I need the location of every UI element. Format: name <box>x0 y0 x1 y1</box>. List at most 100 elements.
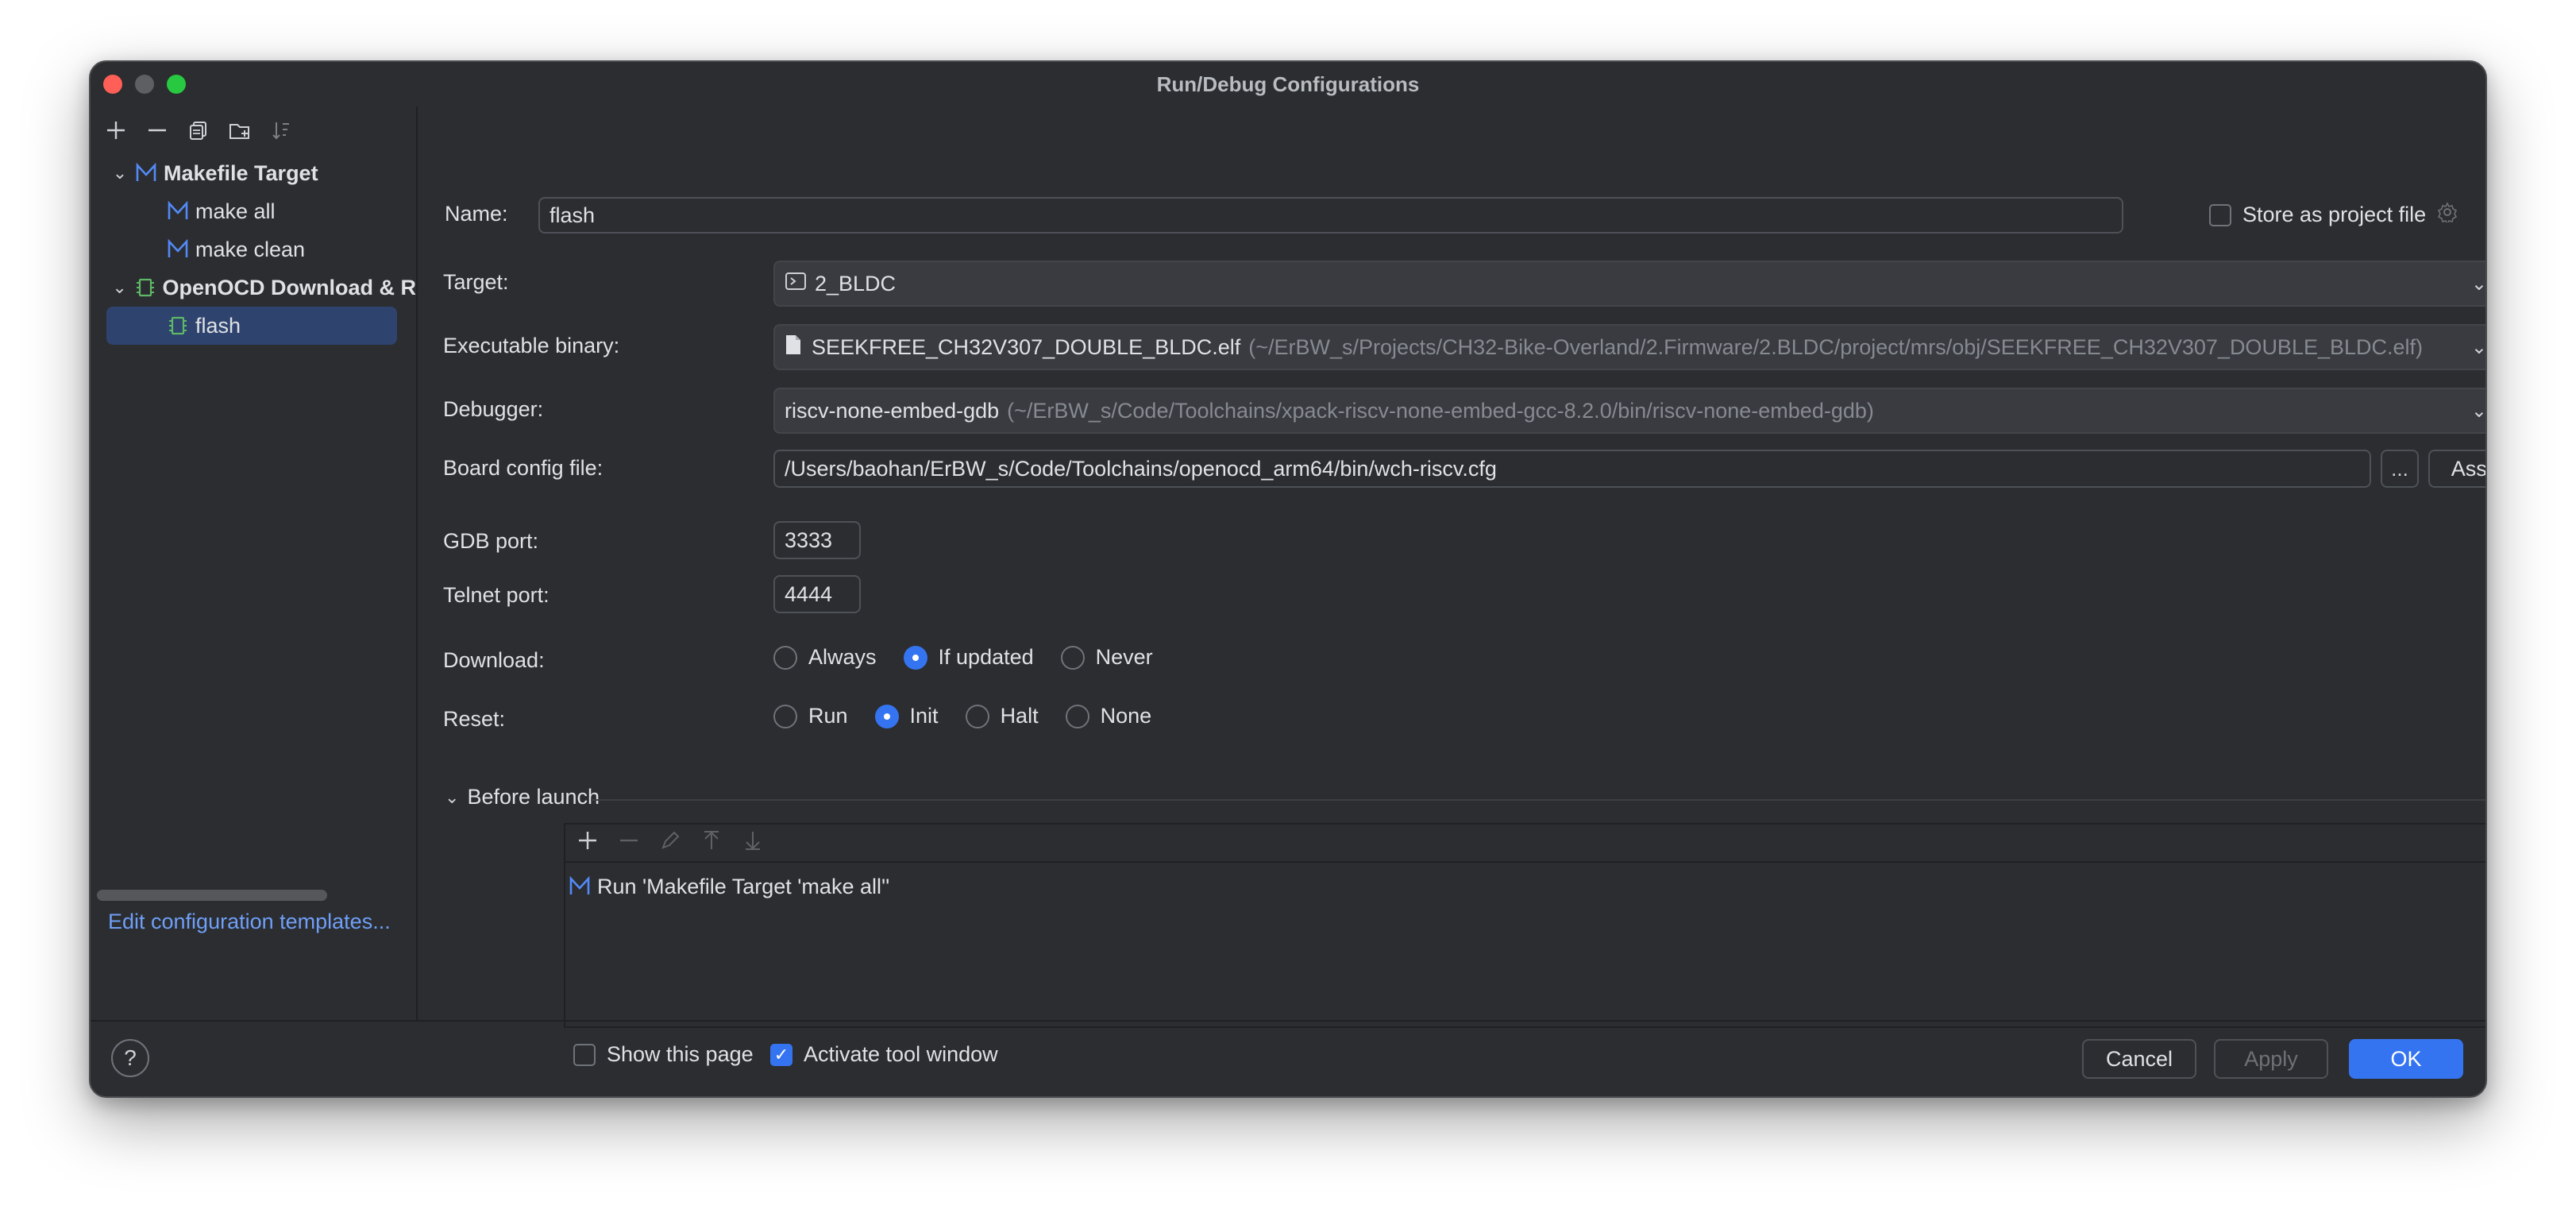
configurations-tree: ⌄ Makefile Target make all make clean ⌄ <box>106 154 416 345</box>
executable-path: (~/ErBW_s/Projects/CH32-Bike-Overland/2.… <box>1248 335 2423 360</box>
target-combobox[interactable]: 2_BLDC ⌄ <box>773 261 2487 307</box>
chevron-down-icon: ⌄ <box>2471 336 2487 359</box>
gdb-port-value: 3333 <box>785 528 832 553</box>
edit-templates-link[interactable]: Edit configuration templates... <box>108 910 391 934</box>
cancel-button[interactable]: Cancel <box>2082 1039 2196 1079</box>
before-launch-toolbar <box>565 825 2487 863</box>
window-title: Run/Debug Configurations <box>91 62 2485 106</box>
download-option-always[interactable]: Always <box>773 645 877 670</box>
makefile-icon <box>165 199 191 223</box>
radio-button[interactable] <box>966 705 989 728</box>
ok-button[interactable]: OK <box>2349 1039 2463 1079</box>
gdb-port-field[interactable]: 3333 <box>773 521 861 559</box>
radio-label: None <box>1101 704 1152 728</box>
before-launch-item-label: Run 'Makefile Target 'make all'' <box>597 875 889 899</box>
radio-label: Init <box>910 704 939 728</box>
apply-button[interactable]: Apply <box>2214 1039 2328 1079</box>
debugger-label: Debugger: <box>443 397 543 422</box>
minimize-window-button[interactable] <box>135 75 154 94</box>
close-window-button[interactable] <box>103 75 122 94</box>
move-down-icon[interactable] <box>735 830 770 856</box>
radio-button[interactable] <box>904 646 927 670</box>
before-launch-header[interactable]: ⌄ Before launch <box>445 785 600 809</box>
download-option-if-updated[interactable]: If updated <box>904 645 1034 670</box>
radio-button[interactable] <box>773 646 797 670</box>
before-launch-panel: Run 'Makefile Target 'make all'' <box>564 823 2487 1028</box>
chevron-down-icon[interactable]: ⌄ <box>445 787 459 808</box>
reset-option-none[interactable]: None <box>1066 704 1152 728</box>
radio-button[interactable] <box>773 705 797 728</box>
radio-button[interactable] <box>1061 646 1085 670</box>
radio-label: Run <box>808 704 848 728</box>
reset-label: Reset: <box>443 707 505 732</box>
radio-button[interactable] <box>875 705 899 728</box>
chip-icon <box>133 276 157 299</box>
target-value: 2_BLDC <box>815 272 896 296</box>
radio-button[interactable] <box>1066 705 1089 728</box>
store-as-project-checkbox[interactable] <box>2209 204 2231 226</box>
tree-item-make-clean[interactable]: make clean <box>106 230 416 269</box>
folder-add-icon[interactable] <box>222 113 257 148</box>
store-as-project-file[interactable]: Store as project file <box>2209 202 2458 228</box>
radio-label: Always <box>808 645 877 670</box>
tree-group-openocd[interactable]: ⌄ OpenOCD Download & R <box>106 269 416 307</box>
makefile-icon <box>165 238 191 261</box>
tree-item-label: flash <box>195 314 241 338</box>
move-up-icon[interactable] <box>694 830 729 856</box>
separator <box>591 799 2487 801</box>
reset-option-init[interactable]: Init <box>875 704 939 728</box>
reset-option-run[interactable]: Run <box>773 704 848 728</box>
debugger-combobox[interactable]: riscv-none-embed-gdb (~/ErBW_s/Code/Tool… <box>773 388 2487 434</box>
makefile-icon <box>567 875 592 898</box>
board-config-field[interactable]: /Users/baohan/ErBW_s/Code/Toolchains/ope… <box>773 450 2371 488</box>
radio-label: Never <box>1096 645 1153 670</box>
board-config-browse-button[interactable]: ... <box>2381 450 2419 488</box>
edit-icon[interactable] <box>653 830 688 856</box>
maximize-window-button[interactable] <box>167 75 186 94</box>
before-launch-label: Before launch <box>467 785 600 809</box>
tree-item-make-all[interactable]: make all <box>106 192 416 230</box>
makefile-icon <box>133 161 159 185</box>
radio-label: Halt <box>1001 704 1039 728</box>
before-launch-item[interactable]: Run 'Makefile Target 'make all'' <box>565 863 2487 910</box>
download-option-never[interactable]: Never <box>1061 645 1153 670</box>
board-config-value: /Users/baohan/ErBW_s/Code/Toolchains/ope… <box>785 457 1497 481</box>
help-button[interactable]: ? <box>111 1039 149 1077</box>
tree-item-label: make clean <box>195 238 305 262</box>
minus-icon[interactable] <box>140 113 175 148</box>
name-value: flash <box>550 203 595 228</box>
executable-combobox[interactable]: SEEKFREE_CH32V307_DOUBLE_BLDC.elf (~/ErB… <box>773 324 2487 370</box>
debugger-value: riscv-none-embed-gdb <box>785 399 999 423</box>
radio-label: If updated <box>939 645 1034 670</box>
terminal-icon <box>785 271 807 297</box>
sort-icon[interactable] <box>264 113 299 148</box>
download-label: Download: <box>443 648 545 673</box>
tree-group-label: OpenOCD Download & R <box>163 276 417 300</box>
run-debug-dialog: Run/Debug Configurations ⌄ <box>89 60 2487 1098</box>
telnet-port-field[interactable]: 4444 <box>773 575 861 613</box>
reset-radio-group: Run Init Halt None <box>773 704 1178 728</box>
chevron-down-icon[interactable]: ⌄ <box>106 277 133 298</box>
copy-icon[interactable] <box>181 113 216 148</box>
telnet-port-value: 4444 <box>785 582 832 607</box>
minus-icon[interactable] <box>611 830 646 856</box>
gear-icon[interactable] <box>2437 202 2458 228</box>
executable-value: SEEKFREE_CH32V307_DOUBLE_BLDC.elf <box>812 335 1240 360</box>
tree-item-label: make all <box>195 199 276 224</box>
board-config-label: Board config file: <box>443 456 603 481</box>
sidebar-horizontal-scrollbar[interactable] <box>97 890 327 901</box>
plus-icon[interactable] <box>570 830 605 856</box>
configurations-sidebar: ⌄ Makefile Target make all make clean ⌄ <box>91 106 418 1020</box>
executable-label: Executable binary: <box>443 334 619 358</box>
chevron-down-icon[interactable]: ⌄ <box>106 163 133 184</box>
assist-button[interactable]: Assist... <box>2428 450 2487 488</box>
name-label: Name: <box>445 202 508 226</box>
name-field[interactable]: flash <box>538 197 2123 234</box>
target-label: Target: <box>443 270 509 295</box>
debugger-path: (~/ErBW_s/Code/Toolchains/xpack-riscv-no… <box>1007 399 1874 423</box>
reset-option-halt[interactable]: Halt <box>966 704 1039 728</box>
tree-group-makefile-target[interactable]: ⌄ Makefile Target <box>106 154 416 192</box>
tree-item-flash[interactable]: flash <box>106 307 397 345</box>
plus-icon[interactable] <box>98 113 133 148</box>
store-as-project-label: Store as project file <box>2242 203 2426 227</box>
